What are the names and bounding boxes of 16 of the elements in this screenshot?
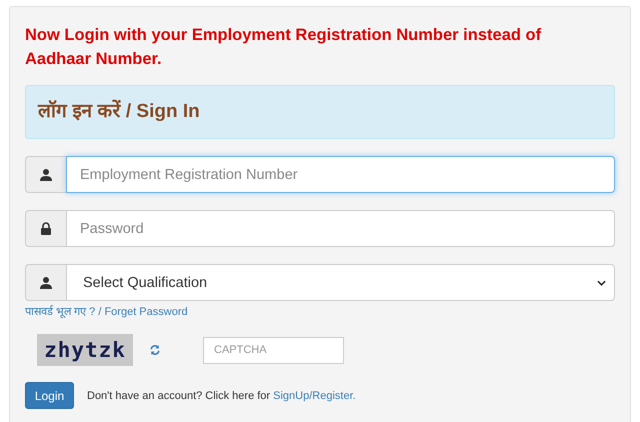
captcha-image: zhytzk [37, 334, 133, 366]
user-icon [39, 276, 53, 290]
signup-link[interactable]: SignUp/Register. [273, 390, 356, 402]
user-icon [39, 168, 53, 182]
signup-text: Don't have an account? Click here for SignUp/Register. [87, 390, 356, 402]
sign-in-heading: लॉग इन करें / Sign In [25, 85, 615, 139]
refresh-icon[interactable] [149, 344, 161, 356]
qualification-select[interactable]: Select Qualification [66, 264, 615, 301]
forgot-password-link[interactable]: पासवर्ड भूल गए ? / Forget Password [25, 303, 615, 318]
text-field[interactable]: Password [66, 210, 615, 247]
lock-icon [39, 222, 53, 236]
text-field[interactable]: Employment Registration Number [66, 156, 615, 193]
chevron-icon [597, 280, 606, 286]
captcha-field[interactable]: CAPTCHA [203, 336, 344, 364]
login-button[interactable]: Login [25, 382, 74, 409]
notice-text: Now Login with your Employment Registration Number instead of Aadhaar Number. [25, 25, 542, 70]
